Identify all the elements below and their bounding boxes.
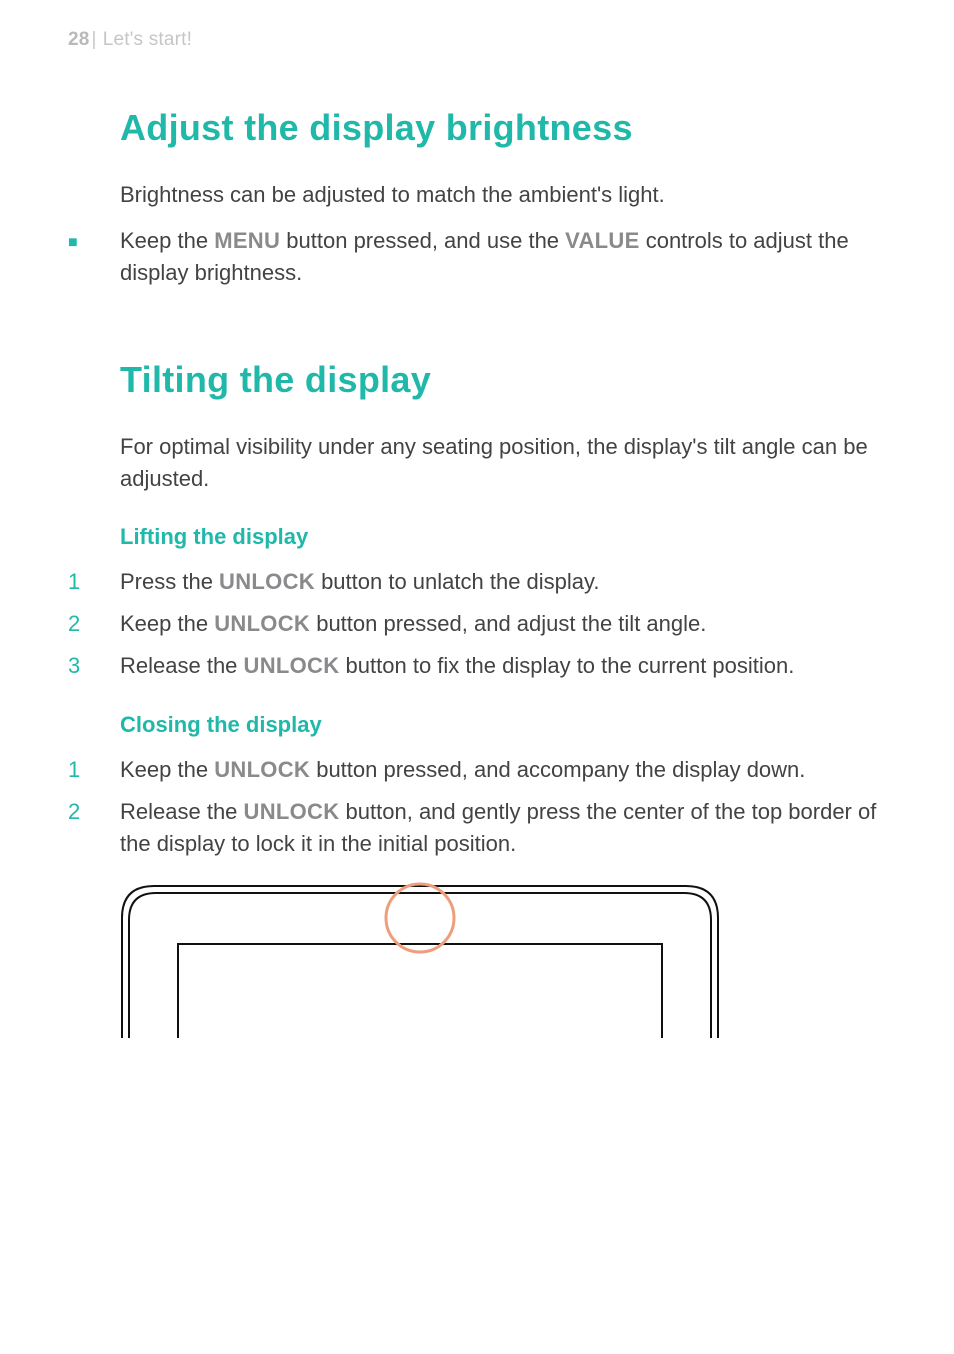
unlock-keyword: UNLOCK [214,757,310,782]
text-fragment: button pressed, and use the [280,228,565,253]
lifting-step-1: 1 Press the UNLOCK button to unlatch the… [120,566,886,598]
text-fragment: Keep the [120,228,214,253]
text-fragment: button to fix the display to the current… [339,653,794,678]
page: 28| Let's start! Adjust the display brigh… [0,0,954,1354]
unlock-keyword: UNLOCK [214,611,310,636]
closing-step-1: 1 Keep the UNLOCK button pressed, and ac… [120,754,886,786]
value-keyword: VALUE [565,228,639,253]
section-tilting: Tilting the display For optimal visibili… [120,359,886,1038]
text-fragment: Release the [120,799,244,824]
unlock-keyword: UNLOCK [244,799,340,824]
section-title-tilting: Tilting the display [120,359,886,401]
text-fragment: button to unlatch the display. [315,569,600,594]
chapter-title: Let's start! [103,29,192,50]
text-fragment: button pressed, and accompany the displa… [310,757,805,782]
text-fragment: Keep the [120,611,214,636]
touch-point-icon [386,884,454,952]
display-diagram-svg [120,878,720,1038]
page-header: 28| Let's start! [68,30,886,49]
brightness-bullet-item: ■ Keep the MENU button pressed, and use … [120,225,886,289]
lifting-step-2: 2 Keep the UNLOCK button pressed, and ad… [120,608,886,640]
step-number: 2 [68,796,108,828]
square-bullet-icon: ■ [68,231,108,254]
brightness-bullet-text: Keep the MENU button pressed, and use th… [120,228,849,285]
page-number: 28 [68,29,90,50]
closing-step-2-text: Release the UNLOCK button, and gently pr… [120,799,876,856]
lifting-step-3-text: Release the UNLOCK button to fix the dis… [120,653,794,678]
step-number: 1 [68,566,108,598]
lifting-step-3: 3 Release the UNLOCK button to fix the d… [120,650,886,682]
brightness-intro: Brightness can be adjusted to match the … [120,179,886,211]
section-brightness: Adjust the display brightness Brightness… [120,107,886,289]
unlock-keyword: UNLOCK [219,569,315,594]
text-fragment: button pressed, and adjust the tilt angl… [310,611,706,636]
lifting-steps: 1 Press the UNLOCK button to unlatch the… [120,566,886,682]
section-title-brightness: Adjust the display brightness [120,107,886,149]
closing-step-1-text: Keep the UNLOCK button pressed, and acco… [120,757,805,782]
tilting-intro: For optimal visibility under any seating… [120,431,886,495]
subheading-lifting: Lifting the display [120,524,886,550]
subheading-closing: Closing the display [120,712,886,738]
closing-steps: 1 Keep the UNLOCK button pressed, and ac… [120,754,886,860]
step-number: 2 [68,608,108,640]
header-divider: | [92,29,97,50]
unlock-keyword: UNLOCK [244,653,340,678]
closing-step-2: 2 Release the UNLOCK button, and gently … [120,796,886,860]
text-fragment: Release the [120,653,244,678]
menu-keyword: MENU [214,228,280,253]
content-column: Adjust the display brightness Brightness… [120,107,886,1038]
step-number: 3 [68,650,108,682]
text-fragment: Keep the [120,757,214,782]
lifting-step-2-text: Keep the UNLOCK button pressed, and adju… [120,611,706,636]
text-fragment: Press the [120,569,219,594]
closing-diagram [120,878,886,1038]
lifting-step-1-text: Press the UNLOCK button to unlatch the d… [120,569,600,594]
step-number: 1 [68,754,108,786]
